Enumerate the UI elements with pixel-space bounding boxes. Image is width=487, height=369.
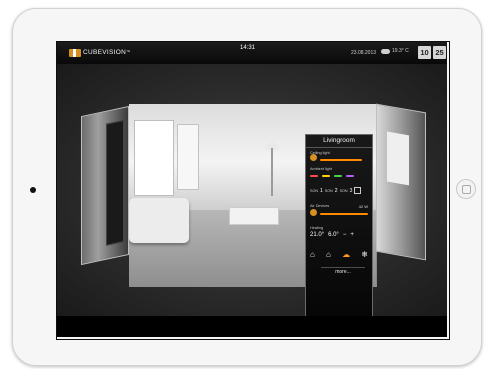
ambient-color-chip-2[interactable] bbox=[322, 175, 330, 177]
son-3-value[interactable]: 3 bbox=[350, 188, 353, 194]
cube-right-face[interactable] bbox=[376, 103, 426, 261]
brand-logo: CUBEVISION™ bbox=[69, 48, 130, 57]
window-right bbox=[177, 124, 199, 190]
screen: CUBEVISION™ 14:31 23.08.2013 19.3° C 10 … bbox=[57, 42, 447, 337]
coffee-table bbox=[229, 207, 279, 225]
weather-icon[interactable]: ☁ bbox=[342, 250, 350, 259]
room-control-panel: Livingroom Ceiling light Ambient light S… bbox=[305, 134, 373, 329]
heating-section: Heating 21.0° 6.0° − + bbox=[310, 226, 368, 238]
date-label: 23.08.2013 bbox=[351, 50, 377, 56]
top-status-bar: CUBEVISION™ 14:31 23.08.2013 19.3° C 10 … bbox=[57, 42, 447, 64]
scene-icons: ⌂ ⌂ ☁ ❄ bbox=[310, 250, 368, 259]
son-1-label[interactable]: SON bbox=[310, 189, 318, 193]
home-button[interactable] bbox=[456, 179, 476, 199]
son-3-label[interactable]: SON bbox=[340, 189, 348, 193]
hour-tile: 10 bbox=[418, 46, 431, 59]
heating-controls: 21.0° 6.0° − + bbox=[310, 232, 354, 238]
ambient-color-chip-3[interactable] bbox=[334, 175, 342, 177]
ambient-color-chip-1[interactable] bbox=[310, 175, 318, 177]
house-icon[interactable]: ⌂ bbox=[326, 250, 331, 259]
ambient-light-section: Ambient light bbox=[310, 167, 368, 177]
heating-label: Heating bbox=[310, 226, 324, 230]
son-1-value[interactable]: 1 bbox=[320, 188, 323, 194]
room-title: Livingroom bbox=[306, 135, 372, 148]
ambient-light-label: Ambient light bbox=[310, 167, 332, 171]
air-devices-row bbox=[310, 204, 368, 220]
air-devices-section: Air Devices 42 W bbox=[310, 204, 368, 216]
weather-indicator: 19.3° C bbox=[381, 48, 409, 54]
cube-left-face[interactable] bbox=[81, 105, 129, 266]
brand-mark-icon bbox=[69, 48, 81, 57]
sofa bbox=[129, 198, 189, 243]
home-icon[interactable]: ⌂ bbox=[310, 250, 315, 259]
brand-name: CUBEVISION™ bbox=[83, 49, 131, 56]
son-2-label[interactable]: SON bbox=[325, 189, 333, 193]
external-link-icon[interactable] bbox=[354, 187, 362, 194]
ceiling-light-section: Ceiling light bbox=[310, 151, 368, 161]
lamp-stand bbox=[271, 148, 273, 196]
decrease-button[interactable]: − bbox=[343, 232, 347, 238]
snowflake-icon[interactable]: ❄ bbox=[361, 250, 368, 259]
bulb-icon bbox=[310, 154, 317, 161]
ceiling-light-slider[interactable] bbox=[320, 159, 362, 161]
cloud-icon bbox=[381, 48, 390, 54]
heating-target: 6.0° bbox=[328, 232, 339, 238]
increase-button[interactable]: + bbox=[350, 232, 354, 238]
more-button[interactable]: more... bbox=[321, 267, 365, 277]
minute-tile: 25 bbox=[433, 46, 446, 59]
heating-current: 21.0° bbox=[310, 232, 325, 238]
ambient-color-row[interactable] bbox=[310, 175, 354, 177]
cube-view[interactable]: Livingroom Ceiling light Ambient light S… bbox=[57, 64, 447, 329]
ambient-color-chip-4[interactable] bbox=[346, 175, 354, 177]
front-camera bbox=[30, 187, 36, 193]
sonos-row: SON 1 SON 2 SON 3 bbox=[310, 187, 362, 194]
clock-time: 14:31 bbox=[240, 45, 256, 51]
air-devices-slider[interactable] bbox=[320, 213, 368, 215]
home-button-icon bbox=[462, 185, 471, 194]
window-left bbox=[134, 120, 174, 196]
son-2-value[interactable]: 2 bbox=[335, 188, 338, 194]
temperature-readout: 19.3° C bbox=[392, 48, 409, 54]
power-icon bbox=[310, 209, 317, 216]
bottom-bar bbox=[57, 316, 447, 337]
ceiling-light-label: Ceiling light bbox=[310, 151, 330, 155]
